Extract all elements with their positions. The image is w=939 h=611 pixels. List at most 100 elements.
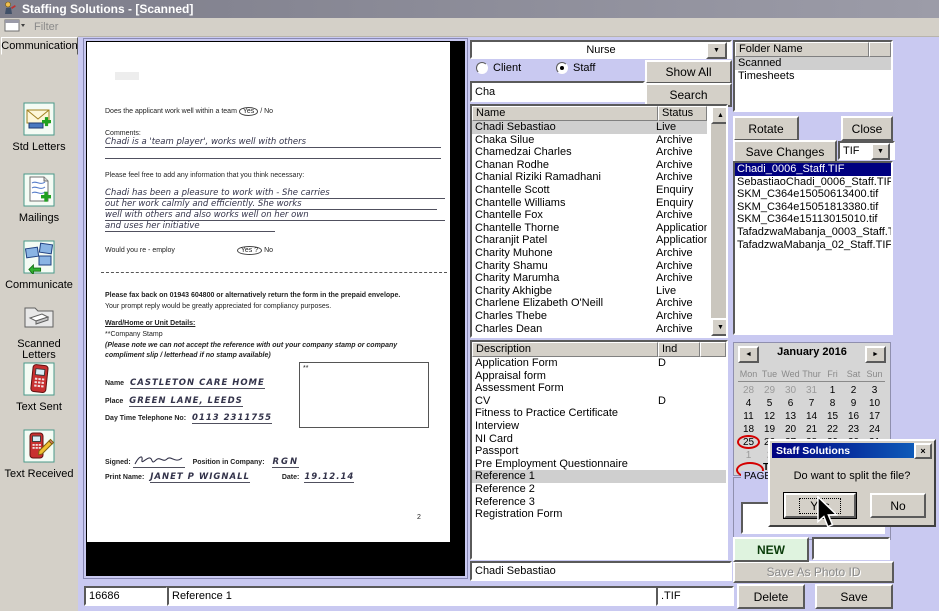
staff-row[interactable]: Chantelle ScottEnquiry [472,184,707,197]
dialog-no-button[interactable]: No [870,493,926,518]
description-row[interactable]: Reference 3 [472,496,726,509]
close-button[interactable]: Close [841,116,893,141]
calendar-date[interactable]: 12 [759,410,780,423]
radio-staff[interactable]: Staff [556,62,595,74]
column-header-ind[interactable]: Ind [658,342,700,357]
save-as-photo-id-button[interactable]: Save As Photo ID [733,561,894,583]
staff-row[interactable]: Chantelle WilliamsEnquiry [472,197,707,210]
staff-row[interactable]: Charity MarumhaArchive [472,272,707,285]
file-row[interactable]: TafadzwaMabanja_02_Staff.TIF [735,239,891,252]
calendar-date[interactable]: 3 [864,384,885,397]
calendar-date[interactable]: 25 [738,436,759,449]
description-row[interactable]: Passport [472,445,726,458]
calendar-date[interactable]: 11 [738,410,759,423]
staff-row[interactable]: Charles ThebeArchive [472,310,707,323]
scanned-document[interactable]: Does the applicant work well within a te… [86,41,465,576]
file-row[interactable]: SKM_C364e15051813380.tif [735,201,891,214]
description-row[interactable]: Application FormD [472,357,726,370]
sidebar-item-std-letters[interactable]: Std Letters [0,102,78,153]
description-row[interactable]: NI Card [472,433,726,446]
rotate-button[interactable]: Rotate [733,116,799,141]
calendar-date[interactable]: 29 [759,384,780,397]
calendar-date[interactable]: 20 [780,423,801,436]
staff-row[interactable]: Chaka SilueArchive [472,134,707,147]
file-row[interactable]: SebastiaoChadi_0006_Staff.TIF [735,176,891,189]
description-row[interactable]: Assessment Form [472,382,726,395]
staff-row[interactable]: Charanjit PatelApplication [472,234,707,247]
new-button[interactable]: NEW [733,537,809,562]
description-row[interactable]: Reference 1 [472,470,726,483]
staff-row[interactable]: Chadi SebastiaoLive [472,121,707,134]
calendar-next-icon[interactable]: ► [865,346,886,363]
column-header-status[interactable]: Status [658,106,707,121]
staff-row[interactable]: Charity AkhigbeLive [472,285,707,298]
description-row[interactable]: CVD [472,395,726,408]
extension-field[interactable]: .TIF [656,586,734,606]
description-row[interactable]: Appraisal form [472,370,726,383]
calendar-date[interactable]: 16 [843,410,864,423]
calendar-date[interactable]: 9 [843,397,864,410]
calendar-date[interactable]: 21 [801,423,822,436]
file-row[interactable]: SKM_C364e15113015010.tif [735,213,891,226]
scroll-down-icon[interactable]: ▼ [711,318,728,336]
sidebar-item-text-sent[interactable]: Text Sent [0,362,78,413]
dialog-title-bar[interactable]: Staff Solutions [772,443,932,458]
sidebar-item-mailings[interactable]: Mailings [0,173,78,224]
calendar-date[interactable]: 15 [822,410,843,423]
staff-row[interactable]: Chanial Riziki RamadhaniArchive [472,171,707,184]
calendar-date[interactable]: 7 [801,397,822,410]
staff-row[interactable]: Chanan RodheArchive [472,159,707,172]
calendar-date[interactable]: 19 [759,423,780,436]
calendar-date[interactable]: 28 [738,384,759,397]
folder-row[interactable]: Scanned [735,57,891,70]
save-changes-button[interactable]: Save Changes [733,140,837,163]
calendar-date[interactable]: 1 [822,384,843,397]
description-row[interactable]: Interview [472,420,726,433]
mdi-child-icon[interactable] [4,19,26,36]
description-row[interactable]: Pre Employment Questionnaire [472,458,726,471]
description-row[interactable]: Reference 2 [472,483,726,496]
file-row[interactable]: TafadzwaMabanja_0003_Staff.TIF [735,226,891,239]
staff-row[interactable]: Chamedzai CharlesArchive [472,146,707,159]
save-button[interactable]: Save [815,584,893,609]
calendar-date[interactable]: 24 [864,423,885,436]
staff-row[interactable]: Chantelle FoxArchive [472,209,707,222]
calendar-date[interactable]: 8 [822,397,843,410]
scroll-up-icon[interactable]: ▲ [711,106,728,124]
file-row[interactable]: Chadi_0006_Staff.TIF [735,163,891,176]
calendar-date[interactable]: 22 [822,423,843,436]
folder-row[interactable]: Timesheets [735,70,891,83]
calendar-date[interactable]: 13 [780,410,801,423]
search-input[interactable]: Cha [470,81,645,102]
calendar-date[interactable]: 6 [780,397,801,410]
column-header-name[interactable]: Name [472,106,658,121]
calendar-date[interactable]: 14 [801,410,822,423]
calendar-date[interactable]: 17 [864,410,885,423]
description-row[interactable]: Fitness to Practice Certificate [472,407,726,420]
staff-row[interactable]: Charles DeanArchive [472,323,707,336]
format-dropdown-button[interactable]: ▼ [871,143,890,160]
new-value-field[interactable] [812,537,890,560]
staff-list-scrollbar[interactable]: ▲ ▼ [711,106,726,336]
calendar-date[interactable]: 1 [738,449,759,462]
category-dropdown-button[interactable]: ▼ [706,42,727,59]
calendar-date[interactable]: 2 [843,384,864,397]
radio-client[interactable]: Client [476,62,521,74]
category-combobox[interactable]: Nurse [470,40,732,59]
staff-row[interactable]: Charity MuhoneArchive [472,247,707,260]
description-row[interactable]: Registration Form [472,508,726,521]
staff-row[interactable]: Charity ShamuArchive [472,260,707,273]
delete-button[interactable]: Delete [737,584,805,609]
show-all-button[interactable]: Show All [645,60,732,84]
tab-communication[interactable]: Communication [1,37,78,55]
dialog-close-icon[interactable]: × [914,443,932,459]
menu-filter[interactable]: Filter [34,21,58,33]
reference-field[interactable]: Reference 1 [167,586,658,606]
staff-row[interactable]: Charlene Elizabeth O'NeillArchive [472,297,707,310]
record-name-field[interactable]: Chadi Sebastiao [470,561,732,581]
calendar-date[interactable]: 10 [864,397,885,410]
calendar-date[interactable]: 31 [801,384,822,397]
calendar-date[interactable]: 5 [759,397,780,410]
record-id-field[interactable]: 16686 [84,586,168,606]
calendar-date[interactable]: 23 [843,423,864,436]
